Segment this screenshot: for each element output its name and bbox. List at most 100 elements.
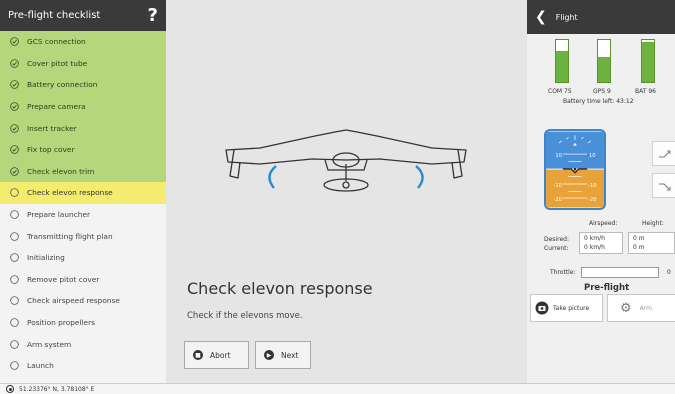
empty-circle-icon bbox=[10, 275, 19, 284]
checklist-item[interactable]: Prepare camera bbox=[0, 95, 166, 118]
checklist-item[interactable]: Cover pitot tube bbox=[0, 52, 166, 75]
height-box: 0 m 0 m bbox=[628, 232, 675, 254]
take-picture-label: Take picture bbox=[553, 304, 590, 312]
descend-button[interactable] bbox=[652, 173, 675, 198]
empty-circle-icon bbox=[10, 231, 19, 241]
check-circle-icon bbox=[10, 37, 19, 47]
check-circle-icon bbox=[10, 59, 19, 68]
checklist-item-label: Fix top cover bbox=[27, 145, 75, 155]
com-gauge-fill bbox=[556, 50, 568, 82]
desired-label: Desired: bbox=[544, 236, 569, 243]
abort-label: Abort bbox=[210, 350, 231, 360]
pitch-label-neg20-right: -20 bbox=[588, 197, 596, 203]
airspeed-label: Airspeed: bbox=[589, 220, 618, 227]
arm-button[interactable]: ⚙ Arm bbox=[607, 294, 675, 322]
abort-button[interactable]: ■ Abort bbox=[184, 341, 249, 369]
check-circle-icon bbox=[10, 80, 19, 90]
height-label: Height: bbox=[642, 220, 664, 227]
descend-icon bbox=[659, 183, 671, 190]
empty-circle-icon bbox=[10, 339, 19, 349]
next-button[interactable]: ▶ Next bbox=[255, 341, 311, 369]
checklist-title: Pre-flight checklist bbox=[8, 10, 101, 21]
gps-gauge-fill bbox=[598, 56, 610, 82]
checklist-item-label: Launch bbox=[27, 361, 54, 371]
desired-height: 0 m bbox=[633, 235, 645, 242]
checklist-item-label: Remove pitot cover bbox=[27, 274, 100, 284]
pitch-label-10-left: 10 bbox=[555, 153, 562, 159]
attitude-indicator: 10 10 -10 -10 -20 -20 bbox=[544, 129, 606, 210]
checklist-item-label: Insert tracker bbox=[27, 123, 77, 133]
checklist-item-label: Arm system bbox=[27, 339, 72, 349]
checklist-item-label: Prepare launcher bbox=[27, 210, 91, 220]
checklist-item[interactable]: Check elevon trim bbox=[0, 160, 166, 183]
com-label: COM 75 bbox=[548, 88, 572, 95]
checklist-item[interactable]: Transmitting flight plan bbox=[0, 225, 166, 247]
checklist-item-label: Check elevon response bbox=[27, 188, 113, 198]
checklist-item-label: Cover pitot tube bbox=[27, 58, 88, 68]
flight-title: Flight bbox=[555, 12, 578, 22]
battery-gauge bbox=[641, 39, 655, 83]
checklist-item-label: GCS connection bbox=[27, 37, 86, 47]
checklist-item-label: Transmitting flight plan bbox=[27, 231, 113, 241]
checklist-item[interactable]: Prepare launcher bbox=[0, 203, 166, 226]
flight-panel: ❮ Flight COM 75 GPS 9 BAT 96 Battery tim… bbox=[527, 0, 675, 383]
checklist-item-label: Initializing bbox=[27, 253, 65, 263]
gps-label: GPS 9 bbox=[593, 88, 611, 95]
take-picture-button[interactable]: Take picture bbox=[530, 294, 603, 322]
checklist-item[interactable]: Battery connection bbox=[0, 74, 166, 96]
throttle-value: 0 bbox=[667, 269, 671, 276]
pitch-label-10-right: 10 bbox=[589, 153, 596, 159]
checklist-item[interactable]: Fix top cover bbox=[0, 138, 166, 161]
step-title: Check elevon response bbox=[187, 279, 373, 298]
flight-mode: Pre-flight bbox=[584, 283, 630, 293]
location-icon bbox=[6, 385, 14, 393]
checklist-item-label: Check elevon trim bbox=[27, 166, 95, 176]
desired-airspeed: 0 km/h bbox=[584, 235, 605, 242]
check-circle-icon bbox=[10, 167, 19, 176]
checklist-item[interactable]: Launch bbox=[0, 354, 166, 377]
pitch-label-neg20-left: -20 bbox=[553, 197, 561, 203]
battery-time: Battery time left: 43:12 bbox=[563, 98, 634, 105]
play-icon: ▶ bbox=[264, 350, 274, 360]
status-bar: 51.23376° N, 3.78108° E bbox=[0, 383, 675, 394]
climb-icon bbox=[659, 150, 671, 157]
checklist-item[interactable]: GCS connection bbox=[0, 31, 166, 53]
check-circle-icon bbox=[10, 102, 19, 111]
check-circle-icon bbox=[10, 123, 19, 133]
checklist: GCS connection Cover pitot tube Battery co… bbox=[0, 31, 166, 377]
empty-circle-icon bbox=[10, 253, 19, 263]
airspeed-box: 0 km/h 0 km/h bbox=[579, 232, 623, 254]
pitch-label-neg10-left: -10 bbox=[553, 183, 561, 189]
stop-icon: ■ bbox=[193, 350, 203, 360]
flight-header: ❮ Flight bbox=[527, 0, 675, 34]
climb-button[interactable] bbox=[652, 141, 675, 166]
next-label: Next bbox=[281, 350, 299, 360]
help-icon[interactable]: ? bbox=[148, 5, 158, 26]
gps-gauge bbox=[597, 39, 611, 83]
checklist-item[interactable]: Arm system bbox=[0, 333, 166, 355]
empty-circle-icon bbox=[10, 296, 19, 306]
current-height: 0 m bbox=[633, 243, 645, 251]
throttle-bar bbox=[581, 267, 659, 278]
check-circle-icon bbox=[10, 145, 19, 155]
battery-label: BAT 96 bbox=[635, 88, 656, 95]
checklist-item[interactable]: Position propellers bbox=[0, 311, 166, 334]
checklist-item[interactable]: Check airspeed response bbox=[0, 290, 166, 312]
checklist-panel: Pre-flight checklist ? GCS connection Cov… bbox=[0, 0, 166, 383]
com-gauge bbox=[555, 39, 569, 83]
empty-circle-icon bbox=[10, 318, 19, 327]
drone-illustration bbox=[225, 129, 467, 192]
step-description: Check if the elevons move. bbox=[187, 311, 303, 321]
checklist-item[interactable]: Initializing bbox=[0, 246, 166, 269]
checklist-item[interactable]: Check elevon response bbox=[0, 182, 166, 204]
checklist-item[interactable]: Insert tracker bbox=[0, 117, 166, 139]
empty-circle-icon bbox=[10, 210, 19, 219]
checklist-item-label: Position propellers bbox=[27, 318, 95, 328]
checklist-item[interactable]: Remove pitot cover bbox=[0, 268, 166, 291]
pitch-label-neg10-right: -10 bbox=[588, 183, 596, 189]
checklist-item-label: Prepare camera bbox=[27, 102, 86, 112]
chevron-left-icon[interactable]: ❮ bbox=[535, 9, 547, 25]
checklist-item-label: Check airspeed response bbox=[27, 296, 120, 306]
throttle-label: Throttle: bbox=[550, 269, 576, 276]
arm-label: Arm bbox=[639, 304, 652, 312]
